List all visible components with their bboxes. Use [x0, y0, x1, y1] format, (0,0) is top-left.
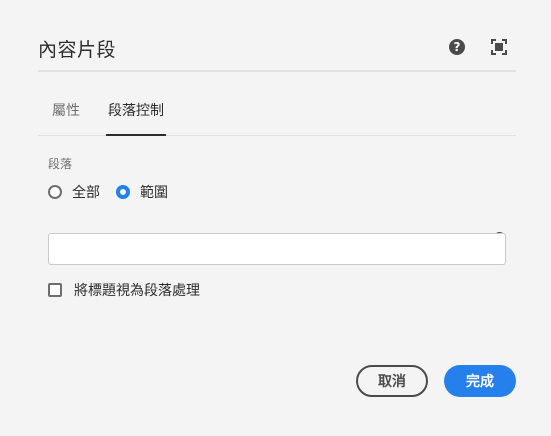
heading-as-paragraph-checkbox[interactable]	[48, 283, 62, 297]
range-input[interactable]	[48, 233, 506, 265]
tab-paragraph-control[interactable]: 段落控制	[106, 100, 166, 136]
paragraph-section-label: 段落	[48, 157, 73, 171]
dialog-header: 內容片段 ?	[38, 22, 516, 72]
fullscreen-icon[interactable]	[490, 38, 508, 56]
radio-range[interactable]: 範圍	[116, 182, 168, 202]
radio-all-circle[interactable]	[48, 185, 62, 199]
done-button[interactable]: 完成	[444, 365, 516, 397]
dialog-title: 內容片段	[38, 39, 117, 61]
radio-all[interactable]: 全部	[48, 182, 100, 202]
content-fragment-dialog: 內容片段 ? 屬性 段落控制 段落 全部 範圍 將標題視為段落處理 取消 完成	[0, 0, 551, 436]
radio-range-label: 範圍	[140, 185, 168, 201]
cancel-button[interactable]: 取消	[356, 365, 428, 397]
svg-text:?: ?	[454, 40, 461, 54]
help-icon[interactable]: ?	[448, 38, 466, 56]
heading-as-paragraph-label: 將標題視為段落處理	[74, 283, 200, 299]
tab-bar: 屬性 段落控制	[38, 88, 516, 136]
heading-as-paragraph-checkbox-row[interactable]: 將標題視為段落處理	[48, 280, 200, 300]
radio-range-circle[interactable]	[116, 185, 130, 199]
tab-properties[interactable]: 屬性	[50, 100, 82, 136]
radio-all-label: 全部	[72, 185, 100, 201]
